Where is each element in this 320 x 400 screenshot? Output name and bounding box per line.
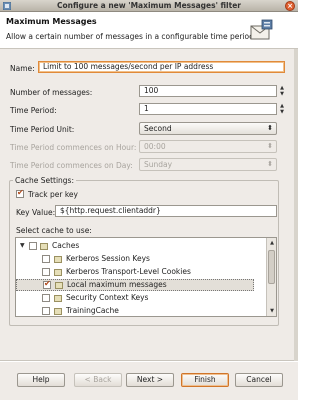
cache-icon	[55, 282, 63, 289]
tree-label: TrainingCache	[66, 306, 119, 315]
number-of-messages-spinner[interactable]: ▲ ▼	[278, 85, 286, 97]
tree-row-training-cache[interactable]: TrainingCache	[16, 305, 254, 316]
tree-checkbox[interactable]	[42, 307, 50, 315]
tree-checkbox[interactable]	[42, 255, 50, 263]
commence-day-label: Time Period commences on Day:	[10, 161, 133, 170]
name-field[interactable]: Limit to 100 messages/second per IP addr…	[38, 61, 285, 73]
time-period-unit-value: Second	[144, 124, 172, 133]
cache-tree[interactable]: ▼ Caches Kerberos Session Keys Kerberos …	[15, 237, 277, 317]
tree-row-kerberos-session[interactable]: Kerberos Session Keys	[16, 253, 254, 265]
window-title: Configure a new 'Maximum Messages' filte…	[57, 1, 241, 10]
tree-label: Kerberos Transport-Level Cookies	[66, 267, 191, 276]
cache-settings-title: Cache Settings:	[13, 176, 76, 185]
tree-label: Security Context Keys	[66, 293, 149, 302]
cache-icon	[54, 269, 62, 276]
key-value-label: Key Value:	[16, 208, 56, 217]
select-cache-label: Select cache to use:	[16, 226, 92, 235]
wizard-header: Maximum Messages Allow a certain number …	[0, 12, 298, 49]
cancel-button[interactable]: Cancel	[235, 373, 283, 387]
cache-icon	[54, 295, 62, 302]
dropdown-arrow-icon: ⬍	[267, 160, 273, 168]
dropdown-arrow-icon: ⬍	[267, 142, 273, 150]
tree-row-kerberos-transport[interactable]: Kerberos Transport-Level Cookies	[16, 266, 254, 278]
tree-row-local-max[interactable]: Local maximum messages	[16, 279, 254, 291]
dialog-edge	[294, 49, 298, 361]
name-label: Name:	[10, 64, 35, 73]
window-titlebar[interactable]: Configure a new 'Maximum Messages' filte…	[0, 0, 298, 12]
tree-checkbox[interactable]	[43, 279, 51, 289]
tree-row-caches[interactable]: ▼ Caches	[16, 240, 254, 252]
key-value-field[interactable]: ${http.request.clientaddr}	[55, 205, 277, 217]
number-of-messages-field[interactable]: 100	[139, 85, 277, 97]
track-per-key-label: Track per key	[28, 190, 78, 199]
expander-down-icon[interactable]: ▼	[20, 240, 25, 252]
scroll-down-icon[interactable]: ▼	[268, 307, 276, 315]
commence-hour-select[interactable]: 00:00 ⬍	[139, 140, 277, 153]
commence-day-select[interactable]: Sunday ⬍	[139, 158, 277, 171]
back-button[interactable]: < Back	[74, 373, 122, 387]
track-per-key-checkbox[interactable]	[16, 188, 24, 198]
commence-hour-label: Time Period commences on Hour:	[10, 143, 137, 152]
filter-envelope-icon	[250, 19, 273, 40]
commence-day-value: Sunday	[144, 160, 173, 169]
scroll-up-icon[interactable]: ▲	[268, 239, 276, 247]
tree-label: Local maximum messages	[67, 280, 167, 289]
time-period-spinner[interactable]: ▲ ▼	[278, 103, 286, 115]
tree-checkbox[interactable]	[42, 294, 50, 302]
commence-hour-value: 00:00	[144, 142, 166, 151]
tree-checkbox[interactable]	[42, 268, 50, 276]
tree-scrollbar[interactable]: ▲ ▼	[266, 238, 276, 316]
page-description: Allow a certain number of messages in a …	[6, 32, 257, 41]
time-period-unit-label: Time Period Unit:	[10, 125, 75, 134]
scrollbar-thumb[interactable]	[268, 250, 275, 284]
tree-row-security-context[interactable]: Security Context Keys	[16, 292, 254, 304]
tree-checkbox[interactable]	[29, 242, 37, 250]
finish-button[interactable]: Finish	[181, 373, 229, 387]
next-button[interactable]: Next >	[126, 373, 174, 387]
time-period-label: Time Period:	[10, 106, 57, 115]
spinner-down-icon[interactable]: ▼	[278, 109, 286, 115]
window-close-button[interactable]: ×	[285, 1, 295, 11]
time-period-unit-select[interactable]: Second ⬍	[139, 122, 277, 135]
number-of-messages-label: Number of messages:	[10, 88, 93, 97]
tree-label: Kerberos Session Keys	[66, 254, 150, 263]
dropdown-arrow-icon: ⬍	[267, 124, 273, 132]
page-title: Maximum Messages	[6, 17, 97, 26]
folder-icon	[40, 243, 48, 250]
tree-label: Caches	[52, 241, 80, 250]
spinner-down-icon[interactable]: ▼	[278, 91, 286, 97]
help-button[interactable]: Help	[17, 373, 65, 387]
time-period-field[interactable]: 1	[139, 103, 277, 115]
cache-icon	[54, 256, 62, 263]
cache-icon	[54, 308, 62, 315]
